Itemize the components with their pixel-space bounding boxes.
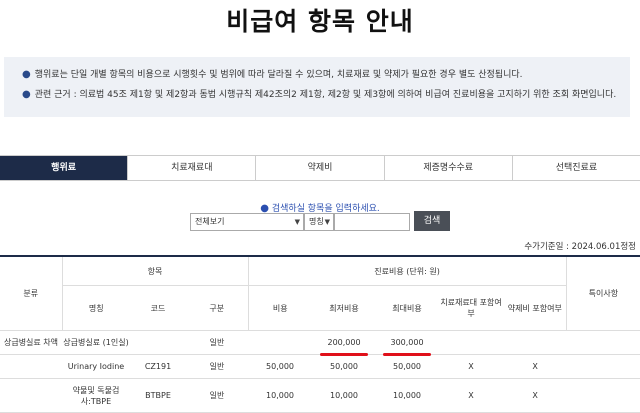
table-row: 약물및 독물검사:TBPE BTBPE 일반 10,000 10,000 10,… xyxy=(0,378,640,413)
col-max-cost: 최대비용 xyxy=(376,285,439,331)
cell-note xyxy=(566,378,640,413)
search-input[interactable] xyxy=(334,213,410,231)
cell-cost xyxy=(248,330,313,355)
tab-certificate-fee[interactable]: 제증명수수료 xyxy=(384,156,513,180)
table-row: 상급병실료 차액 상급병실료 (1인실) 일반 200,000 300,000 xyxy=(0,330,640,356)
col-item-group: 항목 xyxy=(61,256,249,286)
cell-code xyxy=(130,330,186,355)
chevron-down-icon: ▼ xyxy=(324,218,330,226)
col-type: 구분 xyxy=(186,285,249,331)
cell-note xyxy=(566,330,640,355)
cell-max-cost: 50,000 xyxy=(376,354,439,379)
highlighted-min-cost: 200,000 xyxy=(320,338,368,356)
cell-min-cost: 200,000 xyxy=(312,330,377,356)
cell-name: 상급병실료 (1인실) xyxy=(62,330,130,355)
highlighted-max-cost: 300,000 xyxy=(383,338,431,356)
col-material-included: 치료재료대 포함여부 xyxy=(438,285,505,331)
cell-category xyxy=(0,354,62,379)
cell-max-cost: 300,000 xyxy=(376,330,439,356)
field-select[interactable]: 명칭 ▼ xyxy=(304,213,334,231)
tab-material-fee[interactable]: 치료재료대 xyxy=(128,156,257,180)
notice-line: ● 관련 근거 : 의료법 45조 제1항 및 제2항과 동법 시행규칙 제42조… xyxy=(22,89,617,100)
chevron-down-icon: ▼ xyxy=(294,218,300,226)
tab-procedure-fee[interactable]: 행위료 xyxy=(0,156,129,180)
cell-drug: X xyxy=(504,354,567,379)
cell-min-cost: 50,000 xyxy=(312,354,377,379)
col-cost: 비용 xyxy=(247,285,313,331)
cell-category xyxy=(0,378,62,413)
table-header-row: 분류 항목 진료비용 (단위: 원) 특이사항 xyxy=(0,256,640,331)
table-subheader-row: 명칭 코드 구분 비용 최저비용 최대비용 치료재료대 포함여부 약제비 포함여… xyxy=(0,285,640,331)
col-drug-included: 약제비 포함여부 xyxy=(504,285,567,331)
col-code: 코드 xyxy=(130,285,186,331)
cell-min-cost: 10,000 xyxy=(312,378,377,413)
cell-name: Urinary Iodine xyxy=(62,354,130,379)
cell-cost: 10,000 xyxy=(248,378,313,413)
tab-drug-fee[interactable]: 약제비 xyxy=(256,156,385,180)
cell-material: X xyxy=(438,378,505,413)
notice-line: ● 행위료는 단일 개별 항목의 비용으로 시행횟수 및 범위에 따라 달라질 수… xyxy=(22,69,523,80)
bullet-icon: ● xyxy=(22,69,31,80)
cell-code: BTBPE xyxy=(130,378,186,413)
page-title: 비급여 항목 안내 xyxy=(226,7,414,36)
bullet-icon: ● xyxy=(22,89,31,100)
tab-selective-care-fee[interactable]: 선택진료료 xyxy=(512,156,640,180)
cell-cost: 50,000 xyxy=(248,354,313,379)
tab-bar: 행위료 치료재료대 약제비 제증명수수료 선택진료료 xyxy=(0,155,640,181)
col-min-cost: 최저비용 xyxy=(312,285,377,331)
cell-type: 일반 xyxy=(186,354,249,379)
category-select[interactable]: 전체보기 ▼ xyxy=(190,213,304,231)
col-category: 분류 xyxy=(0,256,62,331)
col-note: 특이사항 xyxy=(565,256,640,331)
cell-max-cost: 10,000 xyxy=(376,378,439,413)
fee-table: 분류 항목 진료비용 (단위: 원) 특이사항 명칭 코드 구분 비용 최저비용… xyxy=(0,255,640,413)
table-row: Urinary Iodine CZ191 일반 50,000 50,000 50… xyxy=(0,354,640,379)
cell-drug xyxy=(504,330,567,355)
cell-category: 상급병실료 차액 xyxy=(0,330,62,355)
apply-date: 수가기준일 : 2024.06.01정정 xyxy=(524,242,636,252)
col-cost-group: 진료비용 (단위: 원) xyxy=(247,256,567,286)
cell-code: CZ191 xyxy=(130,354,186,379)
search-button[interactable]: 검색 xyxy=(414,211,450,231)
notice-box: ● 행위료는 단일 개별 항목의 비용으로 시행횟수 및 범위에 따라 달라질 수… xyxy=(4,57,630,117)
cell-name: 약물및 독물검사:TBPE xyxy=(62,378,130,413)
cell-material xyxy=(438,330,505,355)
cell-material: X xyxy=(438,354,505,379)
cell-type: 일반 xyxy=(186,378,249,413)
cell-drug: X xyxy=(504,378,567,413)
col-name: 명칭 xyxy=(61,285,130,331)
cell-note xyxy=(566,354,640,379)
cell-type: 일반 xyxy=(186,330,249,355)
